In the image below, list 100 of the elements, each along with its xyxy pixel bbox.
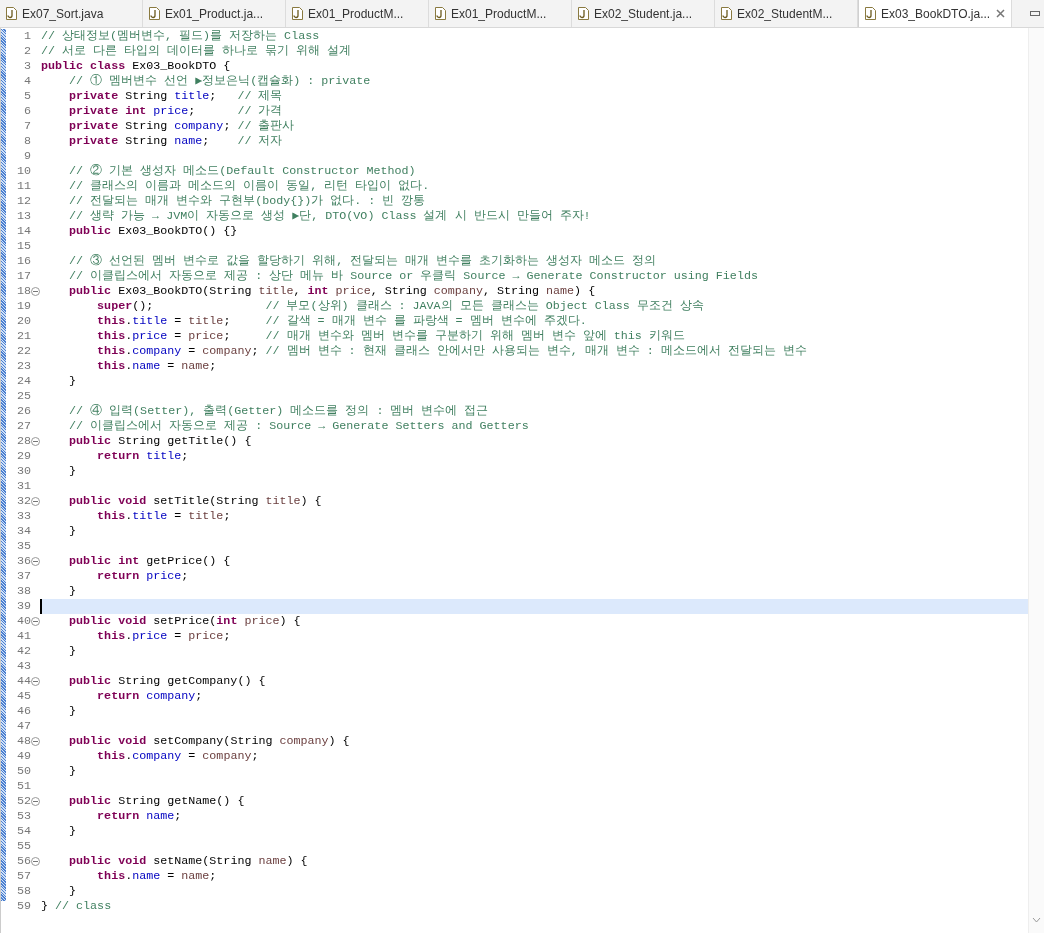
code-line: public String getName() { <box>68 794 245 808</box>
code-line: } <box>68 464 77 478</box>
collapse-icon[interactable] <box>31 857 40 866</box>
code-line: public String getCompany() { <box>68 674 266 688</box>
code-line: // ② 기본 생성자 메소드(Default Constructor Method) <box>68 164 416 178</box>
code-line: this.price = price; <box>96 629 231 643</box>
line-number: 55 <box>16 839 31 854</box>
line-number: 6 <box>24 104 31 119</box>
code-line: // 전달되는 매개 변수와 구현부(body{})가 없다. : 빈 깡통 <box>68 194 426 208</box>
code-line: } <box>68 584 77 598</box>
code-line: } <box>68 704 77 718</box>
collapse-icon[interactable] <box>31 737 40 746</box>
line-number: 31 <box>16 479 31 494</box>
code-line: public void setTitle(String title) { <box>68 494 322 508</box>
java-file-icon <box>292 7 303 20</box>
editor-tab[interactable]: Ex02_Student.ja... <box>572 0 715 27</box>
code-line: // ③ 선언된 멤버 변수로 값을 할당하기 위해, 전달되는 매개 변수를 초기화하는 생성자 메소드 정의 <box>68 254 657 268</box>
code-line: this.name = name; <box>96 869 217 883</box>
line-number: 1 <box>24 29 31 44</box>
code-line: // ④ 입력(Setter), 출력(Getter) 메소드를 정의 : 멤버 변수에 접근 <box>68 404 489 418</box>
collapse-icon[interactable] <box>31 557 40 566</box>
code-line: // 이클립스에서 자동으로 제공 : Source → Generate Setters and Getters <box>68 419 529 433</box>
editor-tab[interactable]: Ex01_Product.ja... <box>143 0 286 27</box>
code-line: // 클래스의 이름과 메소드의 이름이 동일, 리턴 타입이 없다. <box>68 179 430 193</box>
code-line: this.name = name; <box>96 359 217 373</box>
line-number: 18 <box>16 284 31 299</box>
code-line: this.title = title; // 갈색 = 매개 변수 를 파랑색 = 멤버 변수에 주겠다. <box>96 314 587 328</box>
line-number: 24 <box>16 374 31 389</box>
code-line: public Ex03_BookDTO(String title, int price, String company, String name) { <box>68 284 596 298</box>
java-file-icon <box>435 7 446 20</box>
code-line: public void setPrice(int price) { <box>68 614 301 628</box>
line-number: 7 <box>24 119 31 134</box>
line-number: 15 <box>16 239 31 254</box>
line-number: 21 <box>16 329 31 344</box>
line-number: 23 <box>16 359 31 374</box>
line-number: 26 <box>16 404 31 419</box>
line-number: 10 <box>16 164 31 179</box>
line-number: 46 <box>16 704 31 719</box>
line-number: 47 <box>16 719 31 734</box>
line-number: 33 <box>16 509 31 524</box>
code-line: // 상태정보(멤버변수, 필드)를 저장하는 Class <box>41 29 320 43</box>
line-number: 27 <box>16 419 31 434</box>
line-number: 56 <box>16 854 31 869</box>
line-number: 19 <box>16 299 31 314</box>
code-line: public String getTitle() { <box>68 434 252 448</box>
code-line: } <box>68 644 77 658</box>
code-line: public int getPrice() { <box>68 554 231 568</box>
code-line: } <box>68 764 77 778</box>
close-icon[interactable] <box>996 9 1005 18</box>
line-number: 8 <box>24 134 31 149</box>
collapse-icon[interactable] <box>31 497 40 506</box>
java-file-icon <box>578 7 589 20</box>
scroll-down-icon[interactable] <box>1032 917 1041 923</box>
code-line: } <box>68 884 77 898</box>
scrollbar[interactable] <box>1028 28 1044 933</box>
line-number: 57 <box>16 869 31 884</box>
code-line: // 이클립스에서 자동으로 제공 : 상단 메뉴 바 Source or 우클릭 Source → Generate Constructor using Fields <box>68 269 758 283</box>
code-line: private String title; // 제목 <box>68 89 283 103</box>
line-number: 35 <box>16 539 31 554</box>
line-number: 4 <box>24 74 31 89</box>
line-number: 40 <box>16 614 31 629</box>
line-number: 12 <box>16 194 31 209</box>
line-number: 37 <box>16 569 31 584</box>
collapse-icon[interactable] <box>31 677 40 686</box>
collapse-icon[interactable] <box>31 437 40 446</box>
editor-tab[interactable]: Ex01_ProductM... <box>286 0 429 27</box>
code-line: this.company = company; // 멤버 변수 : 현재 클래스 안에서만 사용되는 변수, 매개 변수 : 메소드에서 전달되는 변수 <box>96 344 807 358</box>
minimize-icon[interactable] <box>1030 8 1040 19</box>
line-number: 58 <box>16 884 31 899</box>
code-line: private String company; // 출판사 <box>68 119 295 133</box>
line-number: 30 <box>16 464 31 479</box>
code-line: private int price; // 가격 <box>68 104 283 118</box>
line-number: 3 <box>24 59 31 74</box>
line-number: 5 <box>24 89 31 104</box>
line-number: 52 <box>16 794 31 809</box>
line-number: 54 <box>16 824 31 839</box>
line-number: 44 <box>16 674 31 689</box>
code-line: public void setCompany(String company) { <box>68 734 350 748</box>
code-line: } <box>68 824 77 838</box>
line-number: 22 <box>16 344 31 359</box>
code-line: super(); // 부모(상위) 클래스 : JAVA의 모든 클래스는 Object Class 무조건 상속 <box>96 299 704 313</box>
line-number: 20 <box>16 314 31 329</box>
java-file-icon <box>865 7 876 20</box>
line-number: 28 <box>16 434 31 449</box>
editor-tab[interactable]: Ex07_Sort.java <box>0 0 143 27</box>
collapse-icon[interactable] <box>31 287 40 296</box>
code-line: // 서로 다른 타입의 데이터를 하나로 묶기 위해 설계 <box>41 44 352 58</box>
java-file-icon <box>6 7 17 20</box>
editor-tab[interactable]: Ex03_BookDTO.ja... <box>858 0 1012 27</box>
java-file-icon <box>149 7 160 20</box>
collapse-icon[interactable] <box>31 617 40 626</box>
collapse-icon[interactable] <box>31 797 40 806</box>
line-number: 9 <box>24 149 31 164</box>
code-line: } <box>68 524 77 538</box>
line-number: 38 <box>16 584 31 599</box>
code-line: } // class <box>41 899 112 913</box>
editor-tab[interactable]: Ex01_ProductM... <box>429 0 572 27</box>
code-line: public Ex03_BookDTO() {} <box>68 224 238 238</box>
line-number: 34 <box>16 524 31 539</box>
line-number: 49 <box>16 749 31 764</box>
